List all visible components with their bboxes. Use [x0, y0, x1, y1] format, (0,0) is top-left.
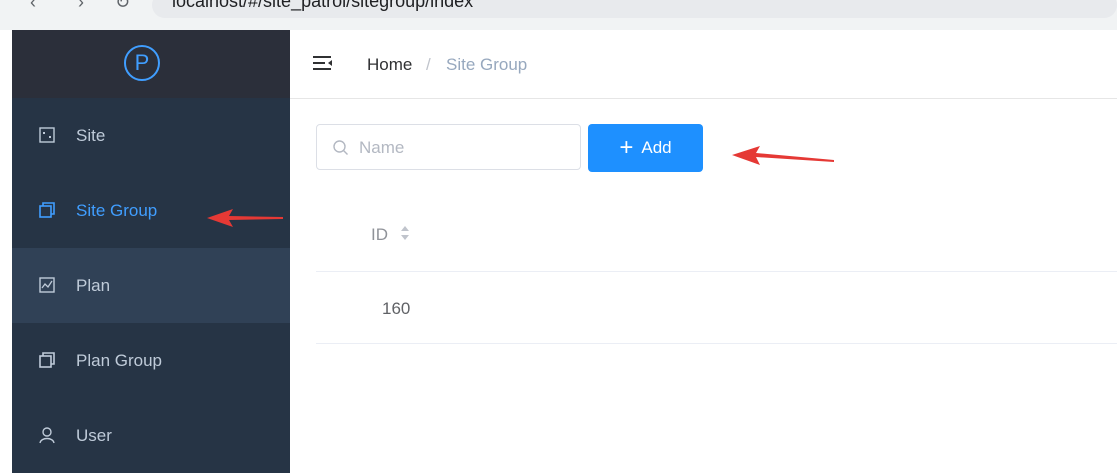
- sidebar-item-label: Site: [76, 125, 106, 145]
- sidebar-item-plan-group[interactable]: Plan Group: [12, 323, 290, 398]
- sidebar-item-label: User: [76, 425, 112, 445]
- annotation-arrow-add: [732, 146, 834, 165]
- add-button[interactable]: + Add: [588, 124, 703, 172]
- breadcrumb-current: Site Group: [446, 55, 528, 74]
- sidebar-item-plan[interactable]: Plan: [12, 248, 290, 323]
- top-header: Home / Site Group: [290, 30, 1117, 99]
- breadcrumb-separator: /: [426, 55, 431, 74]
- sidebar-item-site[interactable]: Site: [12, 98, 290, 173]
- forward-icon[interactable]: ›: [78, 0, 84, 13]
- plus-icon: +: [619, 134, 634, 161]
- reload-icon[interactable]: ↻: [115, 0, 130, 13]
- plan-group-icon: [39, 352, 55, 368]
- plan-icon: [39, 277, 55, 293]
- site-group-table: ID 160: [316, 197, 1117, 344]
- site-group-icon: [39, 202, 55, 218]
- add-button-label: Add: [641, 138, 672, 157]
- search-field[interactable]: [316, 124, 581, 170]
- cell-id: 160: [382, 299, 411, 318]
- address-bar[interactable]: localhost/#/site_patrol/sitegroup/index: [152, 0, 1117, 18]
- search-icon: [333, 140, 348, 155]
- sort-caret-icon[interactable]: [400, 223, 410, 243]
- sidebar-item-user[interactable]: User: [12, 398, 290, 473]
- browser-toolbar: ‹ › ↻ localhost/#/site_patrol/sitegroup/…: [0, 0, 1117, 30]
- logo-area: P: [12, 30, 290, 98]
- sidebar-item-label: Plan Group: [76, 350, 162, 370]
- column-header-id[interactable]: ID: [371, 225, 388, 245]
- hamburger-icon[interactable]: [313, 54, 333, 72]
- breadcrumb-home[interactable]: Home: [367, 55, 412, 75]
- logo-p-icon[interactable]: P: [124, 45, 160, 81]
- search-input[interactable]: [357, 133, 571, 163]
- site-icon: [39, 127, 55, 143]
- sidebar: P Site Site Group Plan Plan Group User: [12, 30, 290, 473]
- annotation-arrow-sidebar: [207, 209, 283, 227]
- back-icon[interactable]: ‹: [30, 0, 36, 13]
- table-row[interactable]: 160: [316, 272, 1117, 344]
- user-icon: [39, 427, 55, 444]
- table-header: ID: [316, 197, 1117, 272]
- sidebar-item-label: Plan: [76, 275, 111, 295]
- sidebar-item-label: Site Group: [76, 200, 158, 220]
